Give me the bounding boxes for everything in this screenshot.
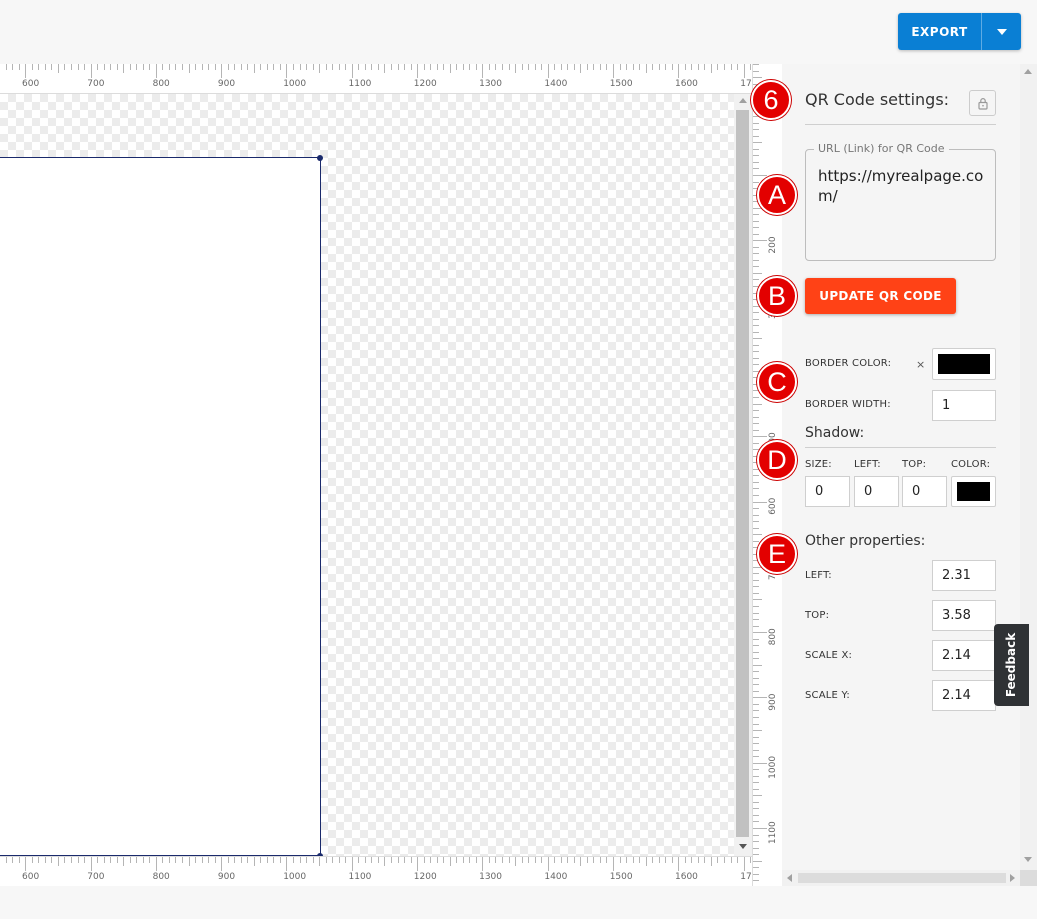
shadow-color-swatch[interactable]: [951, 476, 996, 507]
ruler-label: 200: [768, 236, 778, 253]
panel-title: QR Code settings:: [805, 90, 950, 109]
scale-x-label: SCALE X:: [805, 650, 853, 661]
shadow-divider: [805, 447, 996, 448]
ruler-label: 170: [740, 872, 752, 882]
lock-button[interactable]: [969, 90, 996, 116]
ruler-label: 1000: [283, 872, 306, 882]
caret-down-icon: [996, 28, 1007, 35]
shadow-left-label: LEFT:: [854, 459, 881, 470]
ruler-label: 1300: [479, 872, 502, 882]
panel-scroll-thumb[interactable]: [798, 873, 1006, 883]
ruler-label: 1000: [283, 79, 306, 89]
shadow-color-fill: [957, 482, 990, 501]
shadow-section-title: Shadow:: [805, 425, 865, 441]
ruler-label: 800: [768, 628, 778, 645]
ruler-label: 1500: [610, 872, 633, 882]
canvas-workspace[interactable]: [0, 94, 734, 859]
annotation-badge-6: 6: [751, 80, 791, 120]
border-width-label: BORDER WIDTH:: [805, 399, 891, 410]
design-canvas-area: 600 700 800 900 1000 1100 1200 1300 1400 1500 1600…: [0, 64, 752, 886]
border-color-swatch[interactable]: [932, 348, 996, 380]
scale-y-label: SCALE Y:: [805, 690, 850, 701]
ruler-label: 1100: [349, 79, 372, 89]
export-button[interactable]: EXPORT: [898, 13, 982, 50]
ruler-label: 1600: [675, 872, 698, 882]
panel-scroll-left-icon[interactable]: [787, 874, 792, 882]
selected-qr-object[interactable]: [0, 157, 321, 856]
export-dropdown-button[interactable]: [982, 13, 1021, 50]
ruler-label: 600: [22, 872, 39, 882]
annotation-badge-b: B: [757, 276, 797, 316]
ruler-label: 1400: [544, 872, 567, 882]
panel-scroll-right-icon[interactable]: [1010, 874, 1015, 882]
ruler-label: 600: [22, 79, 39, 89]
clear-border-color-icon[interactable]: ×: [916, 358, 925, 371]
annotation-badge-a: A: [757, 175, 797, 215]
feedback-label: Feedback: [1004, 632, 1019, 698]
ruler-label: 800: [153, 79, 170, 89]
ruler-label: 1500: [610, 79, 633, 89]
resize-handle-top-right[interactable]: [317, 155, 323, 161]
ruler-label: 600: [768, 497, 778, 514]
border-color-fill: [938, 354, 990, 374]
scroll-up-icon[interactable]: [739, 98, 747, 103]
ruler-label: 1100: [349, 872, 372, 882]
annotation-badge-d: D: [757, 440, 797, 480]
scale-y-input[interactable]: 2.14: [932, 680, 996, 711]
ruler-label: 1100: [768, 821, 778, 844]
ruler-top: 600 700 800 900 1000 1100 1200 1300 1400 1500 1600…: [0, 64, 752, 94]
canvas-vertical-scrollbar[interactable]: [734, 94, 752, 856]
top-label: TOP:: [805, 610, 830, 621]
ruler-label: 800: [153, 872, 170, 882]
ruler-label: 900: [218, 79, 235, 89]
ruler-label: 900: [218, 872, 235, 882]
ruler-label: 1600: [675, 79, 698, 89]
shadow-top-label: TOP:: [902, 459, 927, 470]
ruler-label: 700: [87, 79, 104, 89]
border-color-label: BORDER COLOR:: [805, 358, 892, 369]
panel-vertical-scrollbar[interactable]: [1020, 64, 1037, 870]
scrollbar-corner: [1020, 870, 1037, 886]
panel-scroll-down-icon[interactable]: [1024, 857, 1032, 862]
ruler-label: 700: [87, 872, 104, 882]
update-qr-code-button[interactable]: UPDATE QR CODE: [805, 278, 956, 314]
top-input[interactable]: 3.58: [932, 600, 996, 631]
ruler-label: 1300: [479, 79, 502, 89]
url-input-label: URL (Link) for QR Code: [814, 142, 949, 155]
ruler-label: 1200: [414, 79, 437, 89]
ruler-bottom: 600 700 800 900 1000 1100 1200 1300 1400 1500 1600…: [0, 856, 752, 886]
title-divider: [805, 124, 996, 125]
shadow-top-input[interactable]: 0: [902, 476, 947, 507]
shadow-size-input[interactable]: 0: [805, 476, 850, 507]
lock-icon: [977, 97, 988, 110]
ruler-label: 1000: [768, 756, 778, 779]
shadow-color-label: COLOR:: [951, 459, 991, 470]
top-toolbar: EXPORT: [0, 0, 1037, 64]
ruler-label: 170: [740, 79, 752, 89]
ruler-label: 1400: [544, 79, 567, 89]
shadow-left-input[interactable]: 0: [854, 476, 899, 507]
ruler-label: 900: [768, 693, 778, 710]
scale-x-input[interactable]: 2.14: [932, 640, 996, 671]
canvas-scroll-thumb[interactable]: [736, 110, 749, 837]
annotation-badge-e: E: [757, 534, 797, 574]
url-input-value[interactable]: https://myrealpage.com/: [818, 166, 990, 206]
export-button-group: EXPORT: [898, 13, 1021, 50]
ruler-bottom-ticks: 600 700 800 900 1000 1100 1200 1300 1400 1500 1600…: [6, 857, 752, 882]
shadow-size-label: SIZE:: [805, 459, 832, 470]
border-width-input[interactable]: 1: [932, 390, 996, 421]
panel-scroll-up-icon[interactable]: [1024, 69, 1032, 74]
bottom-bar: [0, 886, 1037, 919]
left-input[interactable]: 2.31: [932, 560, 996, 591]
ruler-top-ticks: 600 700 800 900 1000 1100 1200 1300 1400 1500 1600…: [6, 64, 752, 89]
other-properties-title: Other properties:: [805, 533, 926, 549]
panel-horizontal-scrollbar[interactable]: [782, 870, 1020, 886]
annotation-badge-c: C: [757, 362, 797, 402]
scroll-down-icon[interactable]: [739, 844, 747, 849]
left-label: LEFT:: [805, 570, 832, 581]
feedback-tab[interactable]: Feedback: [994, 624, 1029, 706]
ruler-label: 1200: [414, 872, 437, 882]
